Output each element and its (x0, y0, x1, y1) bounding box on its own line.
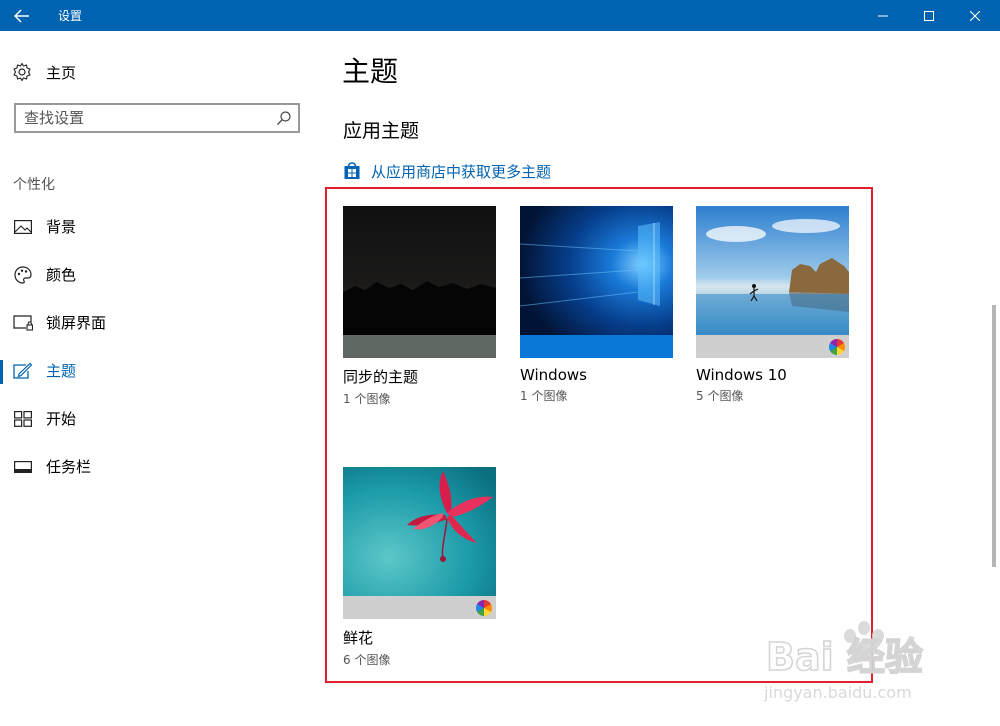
search-box[interactable] (14, 103, 300, 133)
theme-image-count: 1 个图像 (343, 392, 391, 406)
sidebar-item-label: 开始 (46, 410, 77, 428)
accent-color-bar (520, 335, 673, 358)
sidebar-item-label: 任务栏 (46, 458, 92, 476)
title-bar: 设置 (0, 0, 1000, 31)
accent-color-bar (343, 596, 496, 619)
store-link-label: 从应用商店中获取更多主题 (371, 162, 552, 181)
sidebar-item-background[interactable]: 背景 (0, 204, 320, 252)
nav-list: 背景 颜色 锁屏界面 主题 开始 任务栏 (0, 204, 320, 492)
picture-icon (13, 217, 33, 237)
theme-card-windows[interactable]: Windows 1 个图像 (520, 206, 673, 404)
sidebar-item-label: 锁屏界面 (46, 314, 107, 332)
watermark-text: Bai 经验 (766, 635, 923, 679)
color-wheel-icon (476, 600, 492, 616)
close-icon (970, 10, 980, 21)
nav-home-label: 主页 (46, 63, 77, 82)
theme-card-flowers[interactable]: 鲜花 6 个图像 (343, 467, 496, 668)
back-arrow-icon (14, 9, 29, 22)
start-tiles-icon (13, 409, 33, 429)
theme-card-synced[interactable]: 同步的主题 1 个图像 (343, 206, 496, 407)
theme-image-count: 6 个图像 (343, 653, 391, 667)
flower-image (343, 467, 496, 596)
sidebar-item-start[interactable]: 开始 (0, 396, 320, 444)
store-bag-icon (344, 162, 360, 179)
theme-image-count: 5 个图像 (696, 389, 744, 403)
minimize-icon (878, 15, 888, 16)
accent-color-bar (343, 335, 496, 358)
back-button[interactable] (0, 0, 44, 31)
store-link[interactable]: 从应用商店中获取更多主题 (343, 160, 551, 182)
theme-thumbnail (520, 206, 673, 358)
scrollbar-thumb[interactable] (992, 305, 996, 567)
close-button[interactable] (952, 0, 998, 31)
theme-thumbnail (696, 206, 849, 358)
theme-name: Windows 10 (696, 366, 787, 384)
search-icon[interactable] (276, 110, 292, 126)
theme-name: Windows (520, 366, 587, 384)
page-title: 主题 (342, 55, 399, 88)
sidebar-item-label: 背景 (46, 218, 77, 236)
section-title-personalization: 个性化 (13, 177, 55, 193)
sidebar-item-label: 颜色 (46, 266, 77, 284)
theme-name: 鲜花 (343, 629, 374, 647)
theme-brush-icon (13, 361, 33, 381)
window-title: 设置 (58, 9, 83, 23)
taskbar-icon (13, 457, 33, 477)
palette-icon (13, 265, 33, 285)
watermark-url: jingyan.baidu.com (763, 683, 912, 702)
search-input[interactable] (24, 108, 274, 128)
sidebar-item-taskbar[interactable]: 任务栏 (0, 444, 320, 492)
windows-hero-image (520, 206, 673, 335)
night-mountain-image (343, 206, 496, 335)
sidebar-item-themes[interactable]: 主题 (0, 348, 320, 396)
gear-icon (13, 62, 31, 82)
sidebar-item-label: 主题 (46, 362, 77, 380)
theme-name: 同步的主题 (343, 368, 419, 386)
maximize-icon (924, 10, 934, 21)
theme-thumbnail (343, 206, 496, 358)
theme-image-count: 1 个图像 (520, 389, 568, 403)
baidu-jingyan-watermark: Bai 经验 jingyan.baidu.com (763, 621, 924, 702)
maximize-button[interactable] (906, 0, 952, 31)
color-wheel-icon (829, 339, 845, 355)
beach-image (696, 206, 849, 335)
section-heading-apply-theme: 应用主题 (343, 120, 420, 142)
lock-screen-icon (13, 313, 33, 333)
sidebar-item-colors[interactable]: 颜色 (0, 252, 320, 300)
nav-home[interactable]: 主页 (12, 60, 76, 84)
sidebar-item-lock-screen[interactable]: 锁屏界面 (0, 300, 320, 348)
accent-color-bar (696, 335, 849, 358)
minimize-button[interactable] (860, 0, 906, 31)
theme-thumbnail (343, 467, 496, 619)
theme-card-windows-10[interactable]: Windows 10 5 个图像 (696, 206, 849, 404)
